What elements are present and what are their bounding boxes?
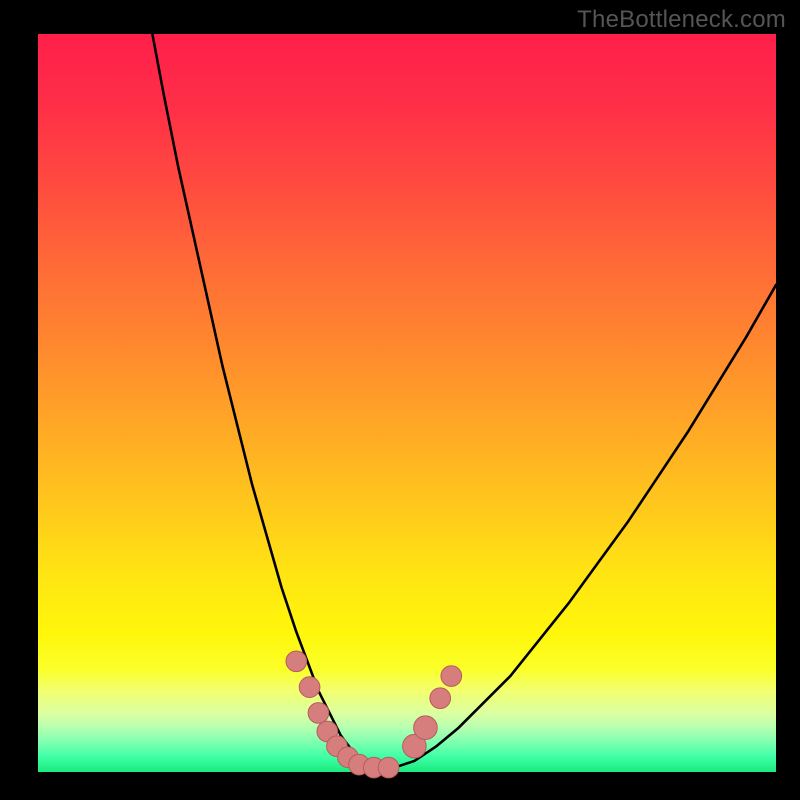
curve-marker [430, 688, 451, 709]
curve-marker [308, 703, 329, 724]
curve-marker [299, 677, 320, 698]
watermark-text: TheBottleneck.com [577, 6, 786, 34]
chart-overlay [38, 34, 776, 772]
bottleneck-curve [152, 34, 776, 768]
marker-layer [286, 651, 462, 778]
curve-marker [286, 651, 307, 672]
chart-frame: TheBottleneck.com [0, 0, 800, 800]
curve-marker [378, 757, 399, 778]
curve-marker [414, 716, 438, 740]
curve-marker [441, 666, 462, 687]
